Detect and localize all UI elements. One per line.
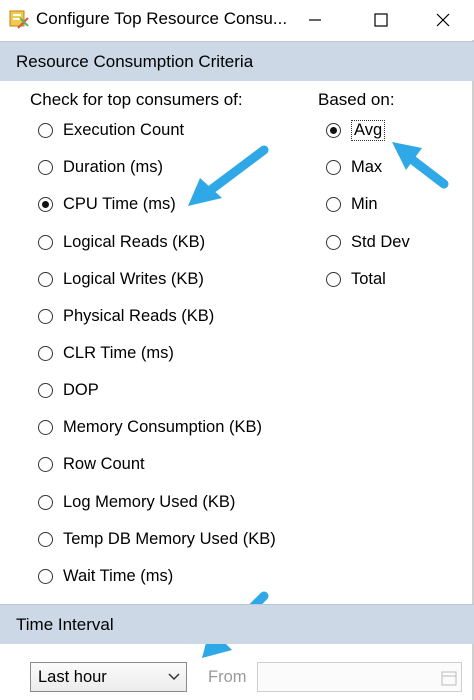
radio-label: Log Memory Used (KB) <box>63 492 236 511</box>
time-interval-dropdown[interactable]: Last hour <box>30 662 187 692</box>
radio-label: Max <box>351 157 383 176</box>
configure-wand-icon <box>9 10 29 29</box>
radio-button-icon <box>38 382 53 398</box>
annotation-arrow-icon <box>392 142 449 189</box>
interval-section-header: Time Interval <box>0 604 474 644</box>
criteria-section-header: Resource Consumption Criteria <box>0 41 474 81</box>
radio-logical-writes[interactable]: Logical Writes (KB) <box>38 265 204 293</box>
radio-button-icon <box>38 234 53 250</box>
maximize-button[interactable] <box>358 0 404 40</box>
radio-button-icon <box>326 271 341 287</box>
close-button[interactable] <box>420 0 466 40</box>
title-bar: Configure Top Resource Consu... <box>0 0 474 40</box>
radio-log-memory-used[interactable]: Log Memory Used (KB) <box>38 488 235 516</box>
radio-dop[interactable]: DOP <box>38 376 99 404</box>
chevron-down-icon <box>168 673 180 681</box>
radio-row-count[interactable]: Row Count <box>38 450 145 478</box>
radio-label: Total <box>351 269 386 288</box>
radio-avg[interactable]: Avg <box>326 116 386 144</box>
radio-button-icon <box>38 345 53 361</box>
radio-physical-reads[interactable]: Physical Reads (KB) <box>38 302 214 330</box>
radio-button-icon <box>38 159 53 175</box>
radio-logical-reads[interactable]: Logical Reads (KB) <box>38 228 205 256</box>
radio-button-icon <box>38 494 53 510</box>
radio-button-icon <box>326 196 341 212</box>
radio-selected-icon <box>326 122 341 138</box>
minimize-button[interactable] <box>292 0 338 40</box>
radio-temp-db-memory-used[interactable]: Temp DB Memory Used (KB) <box>38 525 276 553</box>
radio-label: Avg <box>351 119 386 141</box>
dropdown-value: Last hour <box>38 668 107 686</box>
radio-button-icon <box>326 159 341 175</box>
radio-max[interactable]: Max <box>326 153 382 181</box>
radio-label: DOP <box>63 380 99 399</box>
interval-header-label: Time Interval <box>16 615 114 634</box>
radio-label: CPU Time (ms) <box>63 194 176 213</box>
window-title: Configure Top Resource Consu... <box>36 9 286 28</box>
minimize-icon <box>309 19 321 21</box>
radio-button-icon <box>38 531 53 547</box>
radio-label: Min <box>351 194 378 213</box>
radio-label: Temp DB Memory Used (KB) <box>63 529 276 548</box>
radio-button-icon <box>38 419 53 435</box>
radio-label: Memory Consumption (KB) <box>63 417 262 436</box>
from-label: From <box>208 668 247 686</box>
from-date-input[interactable] <box>257 662 462 692</box>
consumers-title: Check for top consumers of: <box>30 90 243 109</box>
radio-std-dev[interactable]: Std Dev <box>326 228 410 256</box>
radio-wait-time[interactable]: Wait Time (ms) <box>38 562 173 590</box>
radio-button-icon <box>38 308 53 324</box>
maximize-icon <box>374 13 388 27</box>
radio-button-icon <box>326 234 341 250</box>
radio-cpu-time[interactable]: CPU Time (ms) <box>38 190 176 218</box>
close-icon <box>436 13 450 27</box>
based-on-title: Based on: <box>318 90 395 109</box>
radio-label: Wait Time (ms) <box>63 566 174 585</box>
radio-label: Execution Count <box>63 120 185 139</box>
radio-label: Logical Reads (KB) <box>63 232 206 251</box>
radio-button-icon <box>38 271 53 287</box>
radio-label: Row Count <box>63 454 145 473</box>
radio-label: Std Dev <box>351 232 410 251</box>
radio-total[interactable]: Total <box>326 265 386 293</box>
radio-min[interactable]: Min <box>326 190 378 218</box>
radio-selected-icon <box>38 196 53 212</box>
radio-memory-consumption[interactable]: Memory Consumption (KB) <box>38 413 262 441</box>
radio-duration[interactable]: Duration (ms) <box>38 153 163 181</box>
radio-label: CLR Time (ms) <box>63 343 174 362</box>
radio-clr-time[interactable]: CLR Time (ms) <box>38 339 174 367</box>
radio-label: Logical Writes (KB) <box>63 269 204 288</box>
radio-label: Duration (ms) <box>63 157 163 176</box>
calendar-icon[interactable] <box>441 670 457 686</box>
radio-execution-count[interactable]: Execution Count <box>38 116 184 144</box>
radio-button-icon <box>38 456 53 472</box>
criteria-header-label: Resource Consumption Criteria <box>16 52 254 71</box>
radio-button-icon <box>38 122 53 138</box>
radio-label: Physical Reads (KB) <box>63 306 215 325</box>
radio-button-icon <box>38 568 53 584</box>
annotation-arrow-icon <box>188 145 269 206</box>
